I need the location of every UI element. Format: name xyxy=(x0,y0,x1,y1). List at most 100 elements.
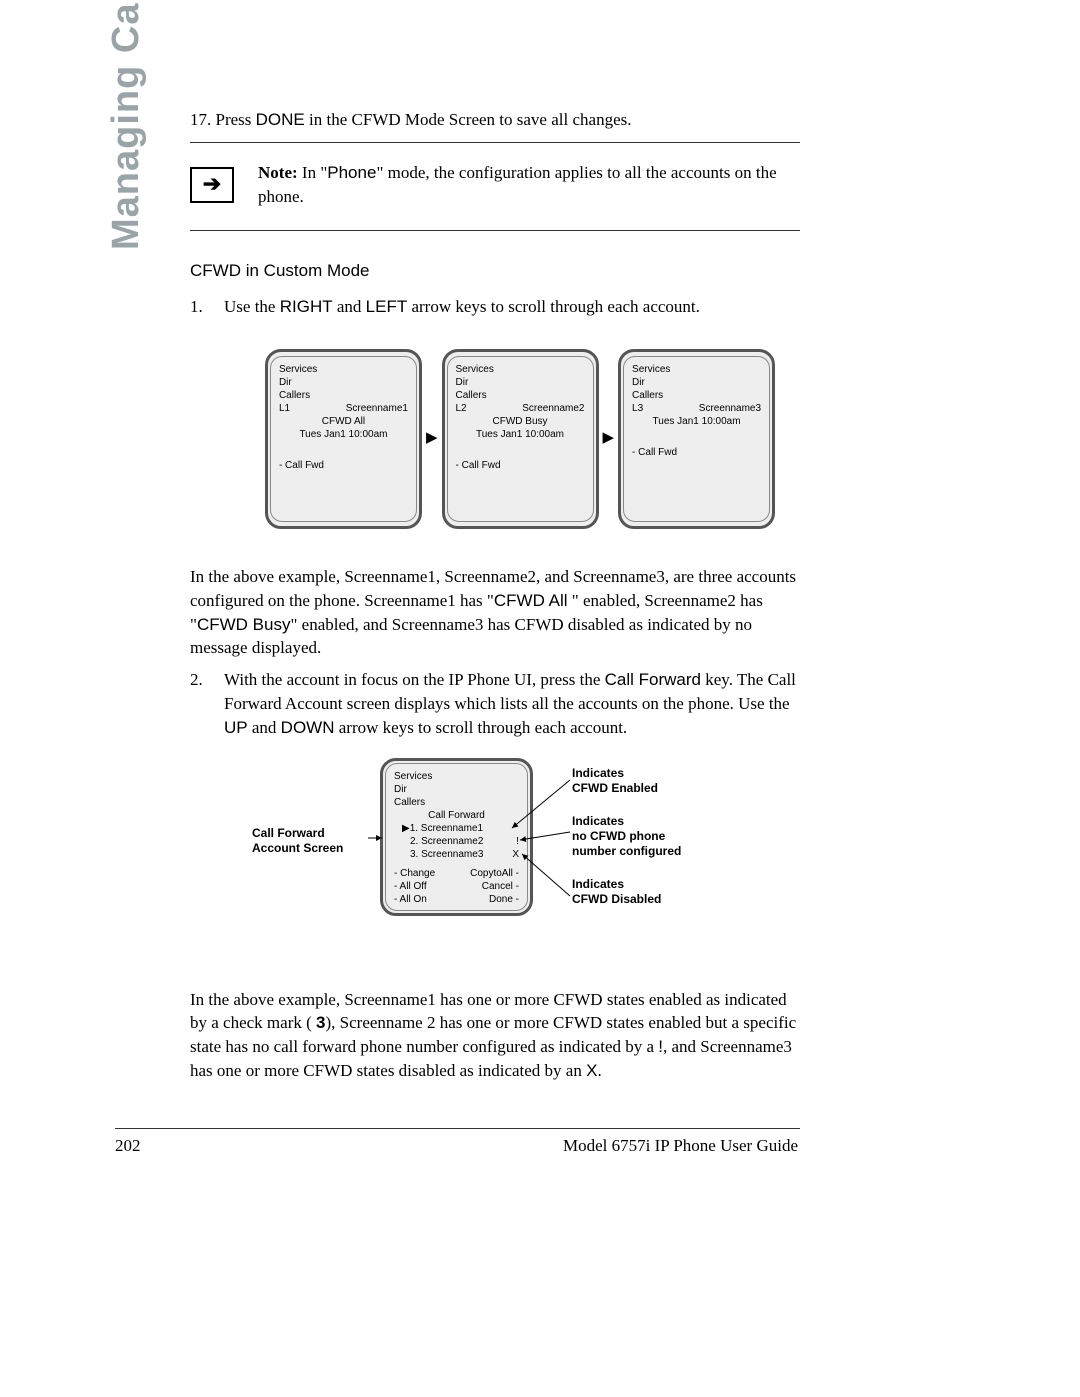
key-left: LEFT xyxy=(366,297,408,316)
label-dir: Dir xyxy=(279,376,408,389)
rule xyxy=(190,230,800,231)
text: CFWD Disabled xyxy=(572,892,681,907)
text: number configured xyxy=(572,844,681,859)
label-callers: Callers xyxy=(394,796,519,809)
note-row: ➔ Note: In "Phone" mode, the configurati… xyxy=(190,161,800,209)
label-time: Tues Jan1 10:00am xyxy=(456,428,585,441)
text: Indicates xyxy=(572,877,681,892)
right-labels: Indicates CFWD Enabled Indicates no CFWD… xyxy=(572,766,681,925)
row-screenname1: ▶1. Screenname1 xyxy=(394,822,519,835)
phone-inner: Services Dir Callers L1 Screenname1 CFWD … xyxy=(270,356,417,522)
text: CFWD Enabled xyxy=(572,781,681,796)
softkey-copytoall: CopytoAll - xyxy=(470,867,519,880)
label-time: Tues Jan1 10:00am xyxy=(279,428,408,441)
text: arrow keys to scroll through each accoun… xyxy=(335,718,628,737)
label-callers: Callers xyxy=(632,389,761,402)
note-text: Note: In "Phone" mode, the configuration… xyxy=(258,161,800,209)
phone-inner: Services Dir Callers L3 Screenname3 Tues … xyxy=(623,356,770,522)
softkey-change: - Change xyxy=(394,867,435,880)
label-services: Services xyxy=(456,363,585,376)
label-screenname: Screenname3 xyxy=(699,402,761,415)
key-call-forward: Call Forward xyxy=(605,670,701,689)
mark-x: X xyxy=(586,1061,597,1080)
term-cfwd-all: CFWD All xyxy=(494,591,568,610)
label-services: Services xyxy=(394,770,519,783)
label-line: L1 xyxy=(279,402,290,415)
term-cfwd-busy: CFWD Busy xyxy=(197,615,291,634)
label-callers: Callers xyxy=(456,389,585,402)
label-call-forward-title: Call Forward xyxy=(394,809,519,822)
page-number: 202 xyxy=(115,1136,141,1156)
row-screenname2: 2. Screenname2 xyxy=(410,835,483,848)
text: Use the xyxy=(224,297,280,316)
note-arrow-icon: ➔ xyxy=(190,167,234,203)
label-softkey: - Call Fwd xyxy=(632,446,761,459)
key-right: RIGHT xyxy=(280,297,333,316)
label-screenname: Screenname2 xyxy=(522,402,584,415)
step-2: 2. With the account in focus on the IP P… xyxy=(190,668,800,739)
mark-x: X xyxy=(512,848,519,861)
label-status: CFWD Busy xyxy=(456,415,585,428)
step-1: 1. Use the RIGHT and LEFT arrow keys to … xyxy=(190,295,800,319)
text: With the account in focus on the IP Phon… xyxy=(224,670,605,689)
step-17: 17. Press DONE in the CFWD Mode Screen t… xyxy=(190,108,800,132)
phone-screen-2: Services Dir Callers L2 Screenname2 CFWD … xyxy=(442,349,599,529)
text: Account Screen xyxy=(252,841,372,856)
label-no-cfwd-number: Indicates no CFWD phone number configure… xyxy=(572,814,681,859)
step-number: 17. xyxy=(190,110,211,129)
label-call-forward-account-screen: Call Forward Account Screen xyxy=(252,826,372,856)
label-line: L2 xyxy=(456,402,467,415)
mark-check: 3 xyxy=(316,1013,325,1032)
label-dir: Dir xyxy=(632,376,761,389)
subheading-cfwd-custom: CFWD in Custom Mode xyxy=(190,259,800,283)
paragraph-example-1: In the above example, Screenname1, Scree… xyxy=(190,565,800,660)
text: Call Forward xyxy=(252,826,372,841)
label-services: Services xyxy=(279,363,408,376)
text: no CFWD phone xyxy=(572,829,681,844)
label-services: Services xyxy=(632,363,761,376)
key-done: DONE xyxy=(256,110,305,129)
label-screenname: Screenname1 xyxy=(346,402,408,415)
label-softkey: - Call Fwd xyxy=(279,459,408,472)
step-number: 2. xyxy=(190,668,224,739)
mode-phone: Phone xyxy=(327,163,376,182)
step-number: 1. xyxy=(190,295,224,319)
label-line: L3 xyxy=(632,402,643,415)
phone-screen-1: Services Dir Callers L1 Screenname1 CFWD … xyxy=(265,349,422,529)
softkey-done: Done - xyxy=(489,893,519,906)
mark-exclaim: ! xyxy=(516,835,519,848)
label-dir: Dir xyxy=(394,783,519,796)
account-screen-figure: Call Forward Account Screen Services Dir… xyxy=(190,758,800,948)
label-status: CFWD All xyxy=(279,415,408,428)
text: Press xyxy=(211,110,255,129)
paragraph-example-2: In the above example, Screenname1 has on… xyxy=(190,988,800,1083)
right-arrow-icon: ▶ xyxy=(603,349,615,529)
account-phone: Services Dir Callers Call Forward ▶1. Sc… xyxy=(380,758,533,916)
key-down: DOWN xyxy=(281,718,335,737)
softkey-allon: - All On xyxy=(394,893,427,906)
footer-rule xyxy=(115,1128,800,1129)
text: in the CFWD Mode Screen to save all chan… xyxy=(305,110,632,129)
rule xyxy=(190,142,800,143)
note-label: Note: xyxy=(258,163,298,182)
label-cfwd-enabled: Indicates CFWD Enabled xyxy=(572,766,681,796)
label-time: Tues Jan1 10:00am xyxy=(632,415,761,428)
label-softkey: - Call Fwd xyxy=(456,459,585,472)
softkey-alloff: - All Off xyxy=(394,880,427,893)
text: and xyxy=(333,297,366,316)
main-content: 17. Press DONE in the CFWD Mode Screen t… xyxy=(190,108,800,1091)
text: and xyxy=(248,718,281,737)
right-arrow-icon: ▶ xyxy=(426,349,438,529)
screens-row: Services Dir Callers L1 Screenname1 CFWD … xyxy=(240,349,800,529)
key-up: UP xyxy=(224,718,248,737)
row-screenname3: 3. Screenname3 xyxy=(410,848,483,861)
label-dir: Dir xyxy=(456,376,585,389)
text: Indicates xyxy=(572,766,681,781)
step-body: Use the RIGHT and LEFT arrow keys to scr… xyxy=(224,295,800,319)
text: . xyxy=(597,1061,601,1080)
softkey-cancel: Cancel - xyxy=(482,880,519,893)
step-body: With the account in focus on the IP Phon… xyxy=(224,668,800,739)
label-callers: Callers xyxy=(279,389,408,402)
text: Indicates xyxy=(572,814,681,829)
side-section-title: Managing Calls xyxy=(105,0,148,250)
